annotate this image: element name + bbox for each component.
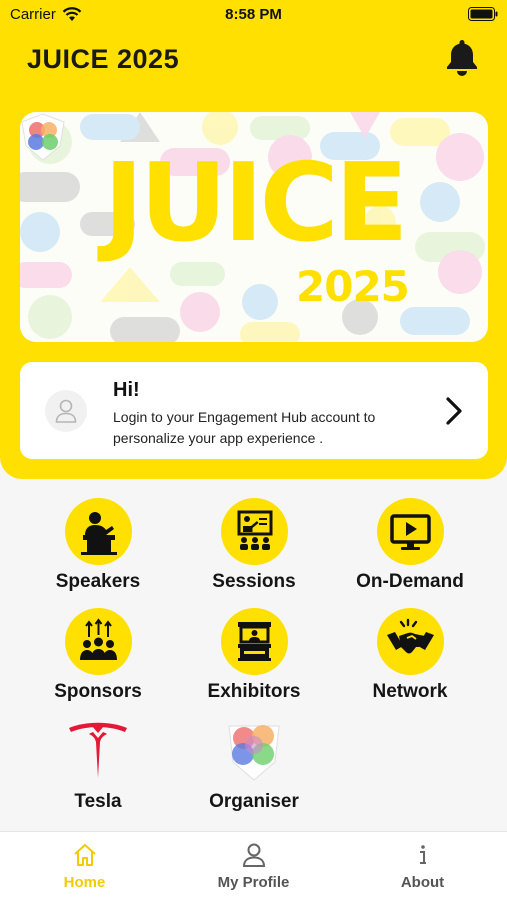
person-icon — [242, 843, 266, 867]
tile-label: Sessions — [212, 571, 296, 592]
tile-tesla[interactable]: Tesla — [20, 718, 176, 828]
tile-label: Tesla — [74, 791, 122, 812]
chevron-right-icon[interactable] — [444, 396, 464, 426]
battery-icon — [468, 7, 498, 21]
tab-label: Home — [63, 874, 106, 891]
tile-organiser[interactable]: Organiser — [176, 718, 332, 828]
person-outline-icon — [55, 399, 77, 423]
tile-network[interactable]: Network — [332, 608, 488, 718]
tile-label: Sponsors — [54, 681, 142, 702]
tab-my-profile[interactable]: My Profile — [169, 832, 338, 900]
login-card[interactable]: Hi! Login to your Engagement Hub account… — [20, 362, 488, 459]
group-arrows-up-icon — [80, 618, 117, 660]
login-greeting: Hi! — [113, 379, 140, 401]
event-banner: JUICE 2025 — [20, 112, 488, 342]
video-play-icon — [390, 514, 431, 550]
page-title: JUICE 2025 — [27, 44, 180, 74]
exhibition-booth-icon — [238, 622, 271, 661]
organiser-logo — [228, 725, 280, 781]
avatar — [45, 390, 87, 432]
header-panel: Carrier 8:58 PM JUICE 2025 JUICE 2025 Hi… — [0, 0, 507, 479]
tab-home[interactable]: Home — [0, 832, 169, 900]
tile-label: Organiser — [209, 791, 299, 812]
info-icon — [420, 845, 426, 864]
clock: 8:58 PM — [225, 6, 282, 23]
tile-on-demand[interactable]: On-Demand — [332, 498, 488, 608]
tile-sessions[interactable]: Sessions — [176, 498, 332, 608]
tab-label: About — [400, 874, 445, 891]
banner-year: 2025 — [296, 262, 410, 311]
tab-about[interactable]: About — [338, 832, 507, 900]
tile-speakers[interactable]: Speakers — [20, 498, 176, 608]
tile-label: Exhibitors — [207, 681, 301, 702]
speaker-podium-icon — [81, 512, 117, 555]
home-icon — [74, 844, 96, 866]
tile-sponsors[interactable]: Sponsors — [20, 608, 176, 718]
status-bar: Carrier 8:58 PM — [0, 0, 507, 28]
tile-exhibitors[interactable]: Exhibitors — [176, 608, 332, 718]
tile-label: On-Demand — [356, 571, 464, 592]
banner-title: JUICE — [103, 141, 408, 266]
tile-label: Network — [372, 681, 448, 702]
bell-icon[interactable] — [444, 38, 480, 76]
tab-bar: Home My Profile About — [0, 831, 507, 900]
organiser-shield-icon — [21, 113, 65, 161]
tab-label: My Profile — [217, 874, 290, 891]
tesla-logo — [69, 722, 127, 778]
tile-label: Speakers — [55, 571, 141, 592]
presentation-audience-icon — [237, 510, 273, 550]
handshake-icon — [387, 618, 434, 654]
login-message: Login to your Engagement Hub account to … — [113, 409, 376, 446]
